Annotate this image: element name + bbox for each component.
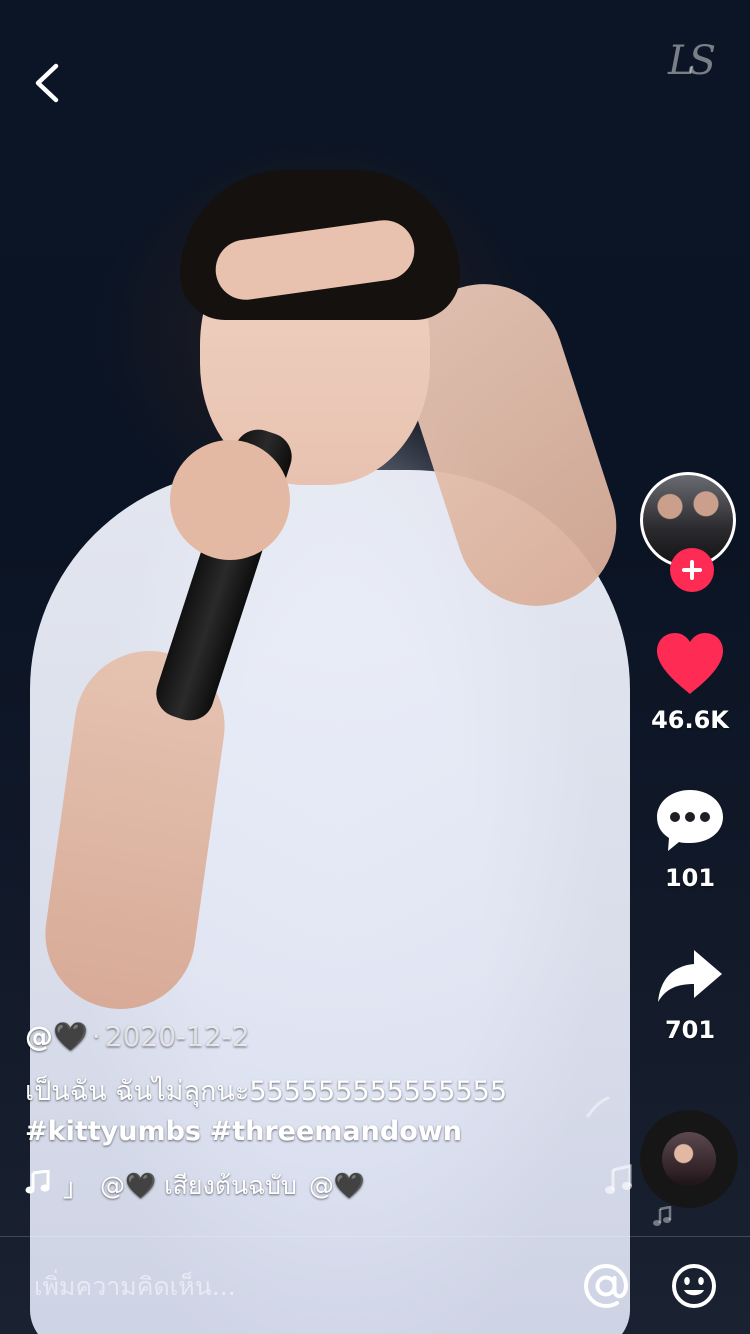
author-handle[interactable]: @🖤	[25, 1020, 88, 1053]
music-note-icon	[25, 1169, 51, 1202]
music-disc-button[interactable]	[640, 1110, 738, 1208]
chevron-left-icon	[35, 63, 59, 103]
share-arrow-icon	[658, 950, 722, 1002]
creator-avatar-group	[640, 472, 736, 592]
like-button[interactable]: 46.6K	[636, 630, 744, 734]
comment-count: 101	[664, 864, 716, 892]
video-player-screen[interactable]: LS 46.6K 101 701 @🖤 · 2020-12-2 เป็นฉัน …	[0, 0, 750, 1334]
follow-button[interactable]	[670, 548, 714, 592]
music-disc-icon	[662, 1132, 716, 1186]
at-sign-icon	[583, 1263, 629, 1309]
mention-button[interactable]	[580, 1260, 632, 1312]
heart-icon	[657, 633, 723, 694]
caption-text-block: เป็นฉัน ฉันไม่ลุกนะ555555555555555 #kitt…	[25, 1072, 605, 1152]
music-credit: @🖤 เสียงต้นฉบับ	[100, 1171, 297, 1200]
music-title-prefix: 」	[63, 1173, 89, 1202]
music-note-icon	[586, 1096, 610, 1118]
comment-bubble-icon	[657, 790, 723, 851]
video-figure-hand	[170, 440, 290, 560]
date-separator: ·	[91, 1019, 101, 1053]
comment-input[interactable]	[0, 1237, 596, 1334]
back-button[interactable]	[22, 58, 72, 108]
caption-meta: @🖤 · 2020-12-2	[25, 1016, 605, 1056]
music-note-icon	[653, 1206, 672, 1226]
music-marquee[interactable]: 」 @🖤 เสียงต้นฉบับ @🖤	[25, 1166, 445, 1206]
share-count: 701	[664, 1016, 716, 1044]
emoji-smile-icon	[672, 1264, 716, 1308]
hashtag-link[interactable]: #threemandown	[210, 1116, 462, 1147]
caption-text: เป็นฉัน ฉันไม่ลุกนะ555555555555555	[25, 1076, 508, 1107]
video-caption: @🖤 · 2020-12-2 เป็นฉัน ฉันไม่ลุกนะ555555…	[25, 1016, 605, 1206]
watermark-logo: LS	[668, 38, 716, 84]
hashtag-link[interactable]: #kittyumbs	[25, 1116, 201, 1147]
like-count: 46.6K	[651, 706, 729, 734]
music-title-suffix: @🖤	[308, 1171, 365, 1200]
post-date: 2020-12-2	[104, 1019, 250, 1053]
emoji-button[interactable]	[668, 1260, 720, 1312]
hashtag-list: #kittyumbs #threemandown	[25, 1112, 605, 1152]
plus-icon	[682, 560, 702, 580]
share-button[interactable]: 701	[636, 946, 744, 1044]
comment-button[interactable]: 101	[636, 786, 744, 892]
music-note-icon	[605, 1164, 632, 1194]
